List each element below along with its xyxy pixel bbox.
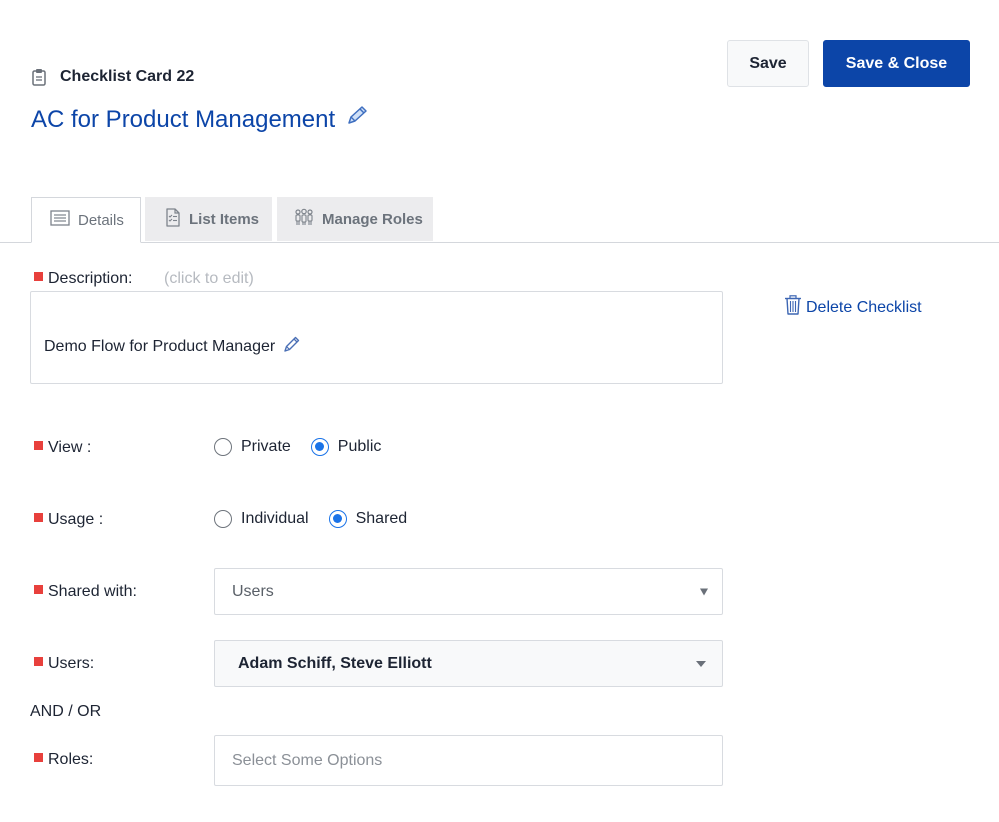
page-title-text: AC for Product Management — [31, 105, 336, 133]
tab-manage-roles-label: Manage Roles — [322, 210, 423, 228]
usage-shared-radio[interactable] — [328, 510, 347, 528]
roles-label: Roles: — [34, 751, 93, 769]
view-radio-group: Private Public — [214, 438, 381, 456]
card-label: Checklist Card 22 — [32, 68, 194, 86]
caret-down-icon — [700, 588, 708, 595]
people-icon — [294, 208, 314, 230]
tab-list-items-label: List Items — [189, 210, 260, 228]
view-private-label[interactable]: Private — [241, 438, 291, 456]
usage-radio-group: Individual Shared — [214, 510, 407, 528]
delete-checklist-label: Delete Checklist — [806, 298, 922, 316]
tab-manage-roles[interactable]: Manage Roles — [277, 197, 433, 241]
tab-details[interactable]: Details — [31, 197, 141, 243]
users-value: Adam Schiff, Steve Elliott — [238, 654, 432, 672]
usage-individual-radio[interactable] — [214, 510, 232, 528]
view-label: View : — [34, 439, 91, 457]
description-label: Description: — [34, 270, 132, 288]
pencil-icon[interactable] — [283, 335, 301, 358]
tab-list-items[interactable]: List Items — [145, 197, 272, 241]
usage-shared-label[interactable]: Shared — [356, 510, 408, 528]
save-button[interactable]: Save — [727, 40, 809, 87]
required-marker — [34, 657, 43, 667]
required-marker — [34, 272, 43, 282]
usage-individual-label[interactable]: Individual — [241, 510, 309, 528]
view-public-radio[interactable] — [310, 438, 329, 456]
tab-divider — [0, 242, 999, 243]
view-public-label[interactable]: Public — [338, 438, 382, 456]
usage-label: Usage : — [34, 511, 103, 529]
users-label: Users: — [34, 655, 94, 673]
page-title: AC for Product Management — [31, 105, 369, 134]
shared-with-select[interactable]: Users — [214, 568, 723, 615]
checklist-doc-icon — [165, 207, 181, 231]
view-private-radio[interactable] — [214, 438, 232, 456]
roles-input[interactable]: Select Some Options — [214, 735, 723, 786]
clipboard-icon — [32, 68, 46, 86]
trash-icon — [784, 295, 802, 320]
required-marker — [34, 513, 43, 523]
users-select[interactable]: Adam Schiff, Steve Elliott — [214, 640, 723, 687]
shared-with-value: Users — [232, 582, 274, 600]
save-close-button[interactable]: Save & Close — [823, 40, 970, 87]
description-value[interactable]: Demo Flow for Product Manager — [44, 335, 301, 358]
required-marker — [34, 753, 43, 763]
description-hint: (click to edit) — [164, 270, 254, 287]
caret-down-icon — [696, 660, 706, 667]
required-marker — [34, 441, 43, 451]
roles-placeholder: Select Some Options — [232, 751, 383, 769]
delete-checklist-link[interactable]: Delete Checklist — [784, 295, 922, 320]
card-label-text: Checklist Card 22 — [60, 68, 195, 85]
description-text: Demo Flow for Product Manager — [44, 337, 276, 355]
pencil-icon[interactable] — [345, 105, 369, 134]
document-lines-icon — [50, 210, 70, 230]
tab-details-label: Details — [78, 211, 124, 229]
required-marker — [34, 585, 43, 595]
and-or-text: AND / OR — [30, 703, 102, 720]
shared-with-label: Shared with: — [34, 583, 137, 601]
